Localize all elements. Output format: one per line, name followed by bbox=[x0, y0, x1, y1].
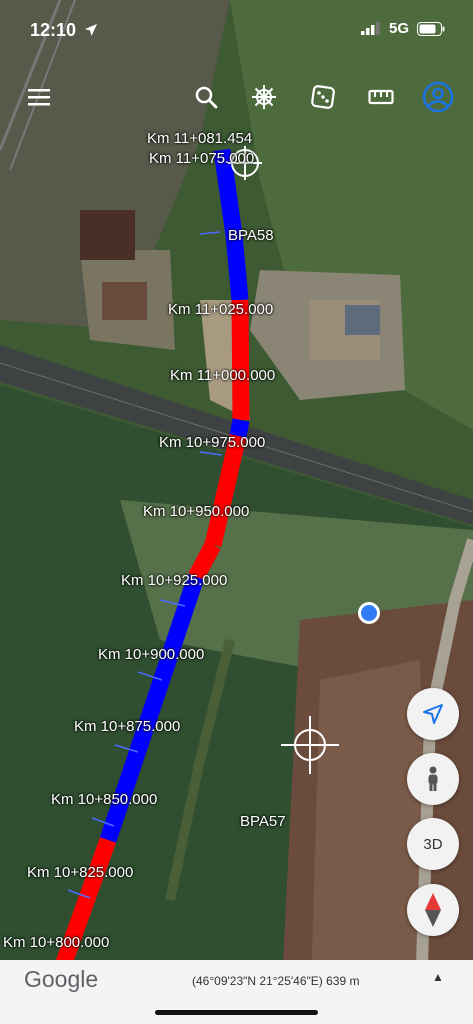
battery-icon bbox=[417, 21, 445, 36]
expand-caret-icon[interactable]: ▲ bbox=[432, 970, 444, 984]
km-label: Km 10+975.000 bbox=[159, 434, 266, 451]
account-button[interactable] bbox=[421, 80, 455, 114]
compass-icon bbox=[425, 893, 441, 927]
km-label: Km 11+000.000 bbox=[170, 367, 276, 384]
account-icon bbox=[422, 81, 454, 113]
status-bar: 12:10 5G bbox=[0, 0, 473, 60]
menu-button[interactable] bbox=[22, 80, 56, 114]
search-icon bbox=[195, 86, 218, 109]
my-location-button[interactable] bbox=[407, 688, 459, 740]
toggle-3d-button[interactable]: 3D bbox=[407, 818, 459, 870]
location-arrow-icon bbox=[85, 24, 98, 36]
coordinates-readout: (46°09'23"N 21°25'46"E) 639 m bbox=[192, 974, 360, 988]
km-label: Km 10+925.000 bbox=[121, 572, 228, 589]
km-label: Km 10+800.000 bbox=[3, 934, 110, 951]
bpa-marker-label[interactable]: BPA58 bbox=[228, 227, 274, 244]
compass-button[interactable] bbox=[407, 884, 459, 936]
location-dot bbox=[361, 605, 377, 621]
bottom-bar: Google (46°09'23"N 21°25'46"E) 639 m ▲ bbox=[0, 960, 473, 1024]
km-label: Km 10+875.000 bbox=[74, 718, 181, 735]
map-toolbar bbox=[0, 80, 473, 120]
km-label: Km 11+081.454 bbox=[147, 130, 253, 147]
helm-icon bbox=[252, 85, 276, 109]
pegman-icon bbox=[428, 766, 438, 791]
network-type: 5G bbox=[388, 20, 409, 37]
voyager-button[interactable] bbox=[247, 80, 281, 114]
status-indicators: 5G bbox=[360, 20, 445, 37]
toggle-3d-label: 3D bbox=[423, 835, 443, 853]
km-label: Km 10+900.000 bbox=[98, 646, 205, 663]
home-indicator bbox=[155, 1010, 318, 1015]
feeling-lucky-button[interactable] bbox=[306, 80, 340, 114]
km-label: Km 11+075.000 bbox=[149, 150, 255, 167]
time-text: 12:10 bbox=[30, 20, 77, 40]
signal-icon bbox=[360, 22, 380, 35]
navigation-arrow-icon bbox=[423, 704, 443, 724]
bpa-marker-label[interactable]: BPA57 bbox=[240, 813, 286, 830]
status-time: 12:10 bbox=[30, 20, 98, 41]
km-label: Km 10+825.000 bbox=[27, 864, 134, 881]
km-label: Km 11+025.000 bbox=[168, 301, 274, 318]
km-label: Km 10+950.000 bbox=[143, 503, 250, 520]
google-logo: Google bbox=[24, 966, 99, 992]
menu-icon bbox=[28, 89, 50, 106]
measure-button[interactable] bbox=[364, 80, 398, 114]
ruler-icon bbox=[368, 89, 394, 105]
street-view-button[interactable] bbox=[407, 753, 459, 805]
search-button[interactable] bbox=[189, 80, 223, 114]
km-label: Km 10+850.000 bbox=[51, 791, 158, 808]
dice-icon bbox=[311, 85, 335, 109]
